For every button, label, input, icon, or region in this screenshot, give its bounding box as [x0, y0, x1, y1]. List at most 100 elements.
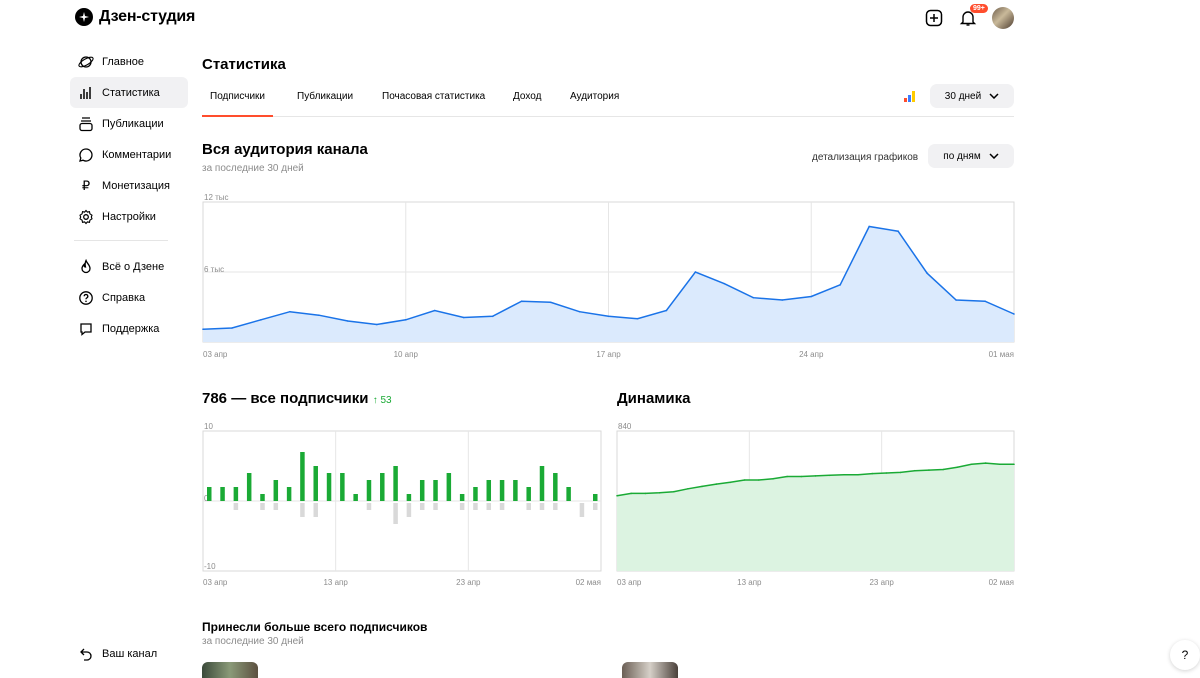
chevron-down-icon: [989, 93, 999, 99]
sidebar-item-label: Настройки: [102, 210, 156, 223]
bar-positive: [433, 480, 438, 501]
data-point: [289, 310, 291, 313]
bar-negative: [593, 503, 598, 510]
data-point: [701, 485, 703, 488]
bar-positive: [513, 480, 518, 501]
avatar[interactable]: [992, 7, 1014, 29]
sidebar-item-label: Справка: [102, 291, 146, 304]
data-point: [743, 479, 746, 481]
data-point: [956, 466, 959, 468]
x-tick-label: 13 апр: [737, 578, 762, 587]
detail-select[interactable]: по дням: [928, 144, 1014, 168]
data-point: [800, 475, 803, 478]
flame-icon: [81, 258, 91, 273]
data-point: [694, 271, 697, 273]
notifications-button[interactable]: 99+: [958, 4, 988, 28]
sidebar-item-publications[interactable]: Публикации: [70, 108, 188, 139]
sidebar-item-settings[interactable]: Настройки: [70, 201, 188, 232]
data-point: [433, 309, 436, 312]
tab-publications[interactable]: Публикации: [297, 91, 353, 115]
bar-positive: [446, 473, 452, 501]
ruble-icon: ₽: [81, 177, 91, 193]
your-channel-link[interactable]: Ваш канал: [78, 646, 157, 662]
data-point: [578, 310, 581, 313]
bar-positive: [473, 487, 478, 501]
bar-positive: [593, 494, 598, 501]
bar-positive: [313, 466, 318, 501]
data-point: [843, 473, 845, 476]
data-point: [757, 479, 760, 481]
bar-negative: [366, 503, 372, 510]
sidebar-item-main[interactable]: Главное: [70, 46, 188, 77]
bar-positive: [233, 487, 239, 501]
data-point: [375, 323, 378, 326]
data-point: [1013, 313, 1015, 315]
data-point: [899, 471, 902, 474]
bar-negative: [473, 503, 478, 510]
y-tick-label: 12 тыс: [204, 193, 229, 202]
data-point: [897, 230, 899, 232]
bar-positive: [499, 480, 505, 501]
sidebar-item-support[interactable]: Поддержка: [70, 313, 188, 344]
data-point: [636, 317, 639, 320]
data-point: [926, 272, 928, 274]
create-button[interactable]: [924, 8, 944, 28]
bar-positive: [526, 487, 531, 501]
x-tick-label: 03 апр: [617, 578, 642, 587]
data-point: [687, 487, 689, 490]
data-point: [658, 492, 661, 494]
data-point: [781, 299, 784, 301]
sidebar-item-help[interactable]: Справка: [70, 282, 188, 313]
x-tick-label: 03 апр: [203, 578, 228, 587]
bar-negative: [459, 503, 465, 510]
data-point: [772, 478, 774, 480]
sidebar-item-label: Монетизация: [102, 179, 170, 192]
data-point: [955, 299, 957, 301]
data-point: [828, 474, 831, 477]
bar-negative: [526, 503, 531, 510]
sidebar-item-about[interactable]: Всё о Дзене: [70, 251, 188, 282]
help-button[interactable]: ?: [1170, 640, 1200, 670]
support-icon: [80, 322, 92, 336]
sidebar-item-stats[interactable]: Статистика: [70, 77, 188, 108]
tab-income[interactable]: Доход: [513, 91, 541, 115]
x-tick-label: 23 апр: [456, 578, 481, 587]
bar-negative: [419, 503, 425, 510]
data-point: [970, 463, 973, 466]
tab-hourly[interactable]: Почасовая статистика: [382, 91, 485, 115]
data-point: [885, 472, 888, 474]
app-logo[interactable]: Дзен-студия: [75, 8, 195, 26]
bar-positive: [393, 466, 398, 501]
metrika-icon: [904, 91, 915, 102]
data-point: [715, 483, 718, 485]
y-tick-label: 6 тыс: [204, 265, 224, 274]
data-point: [672, 490, 675, 493]
x-tick-label: 02 мая: [576, 578, 601, 587]
page-title: Статистика: [202, 56, 286, 73]
bar-negative: [553, 503, 558, 510]
data-point: [868, 225, 870, 228]
sidebar-item-monetization[interactable]: ₽ Монетизация: [70, 170, 188, 201]
y-tick-label: -10: [204, 562, 216, 571]
sidebar-item-comments[interactable]: Комментарии: [70, 139, 188, 170]
sidebar-item-label: Поддержка: [102, 322, 160, 335]
subscribers-delta: ↑ 53: [372, 395, 392, 406]
sidebar-item-label: Всё о Дзене: [102, 260, 165, 273]
period-select[interactable]: 30 дней: [930, 84, 1014, 108]
data-point: [871, 472, 874, 475]
y-tick-label: 840: [618, 422, 632, 431]
tab-subscribers[interactable]: Подписчики: [202, 91, 274, 117]
bar-negative: [273, 503, 279, 510]
your-channel-label: Ваш канал: [102, 648, 158, 660]
tab-audience[interactable]: Аудитория: [570, 91, 619, 115]
bar-positive: [246, 473, 252, 501]
channel-thumbnail[interactable]: [622, 662, 678, 678]
channel-thumbnail[interactable]: [202, 662, 258, 678]
data-point: [318, 314, 320, 316]
data-point: [491, 315, 494, 318]
audience-subtitle: за последние 30 дней: [202, 163, 304, 174]
x-tick-label: 13 апр: [323, 578, 348, 587]
data-point: [462, 316, 465, 319]
gear-icon: [79, 209, 93, 224]
bar-negative: [539, 503, 545, 510]
